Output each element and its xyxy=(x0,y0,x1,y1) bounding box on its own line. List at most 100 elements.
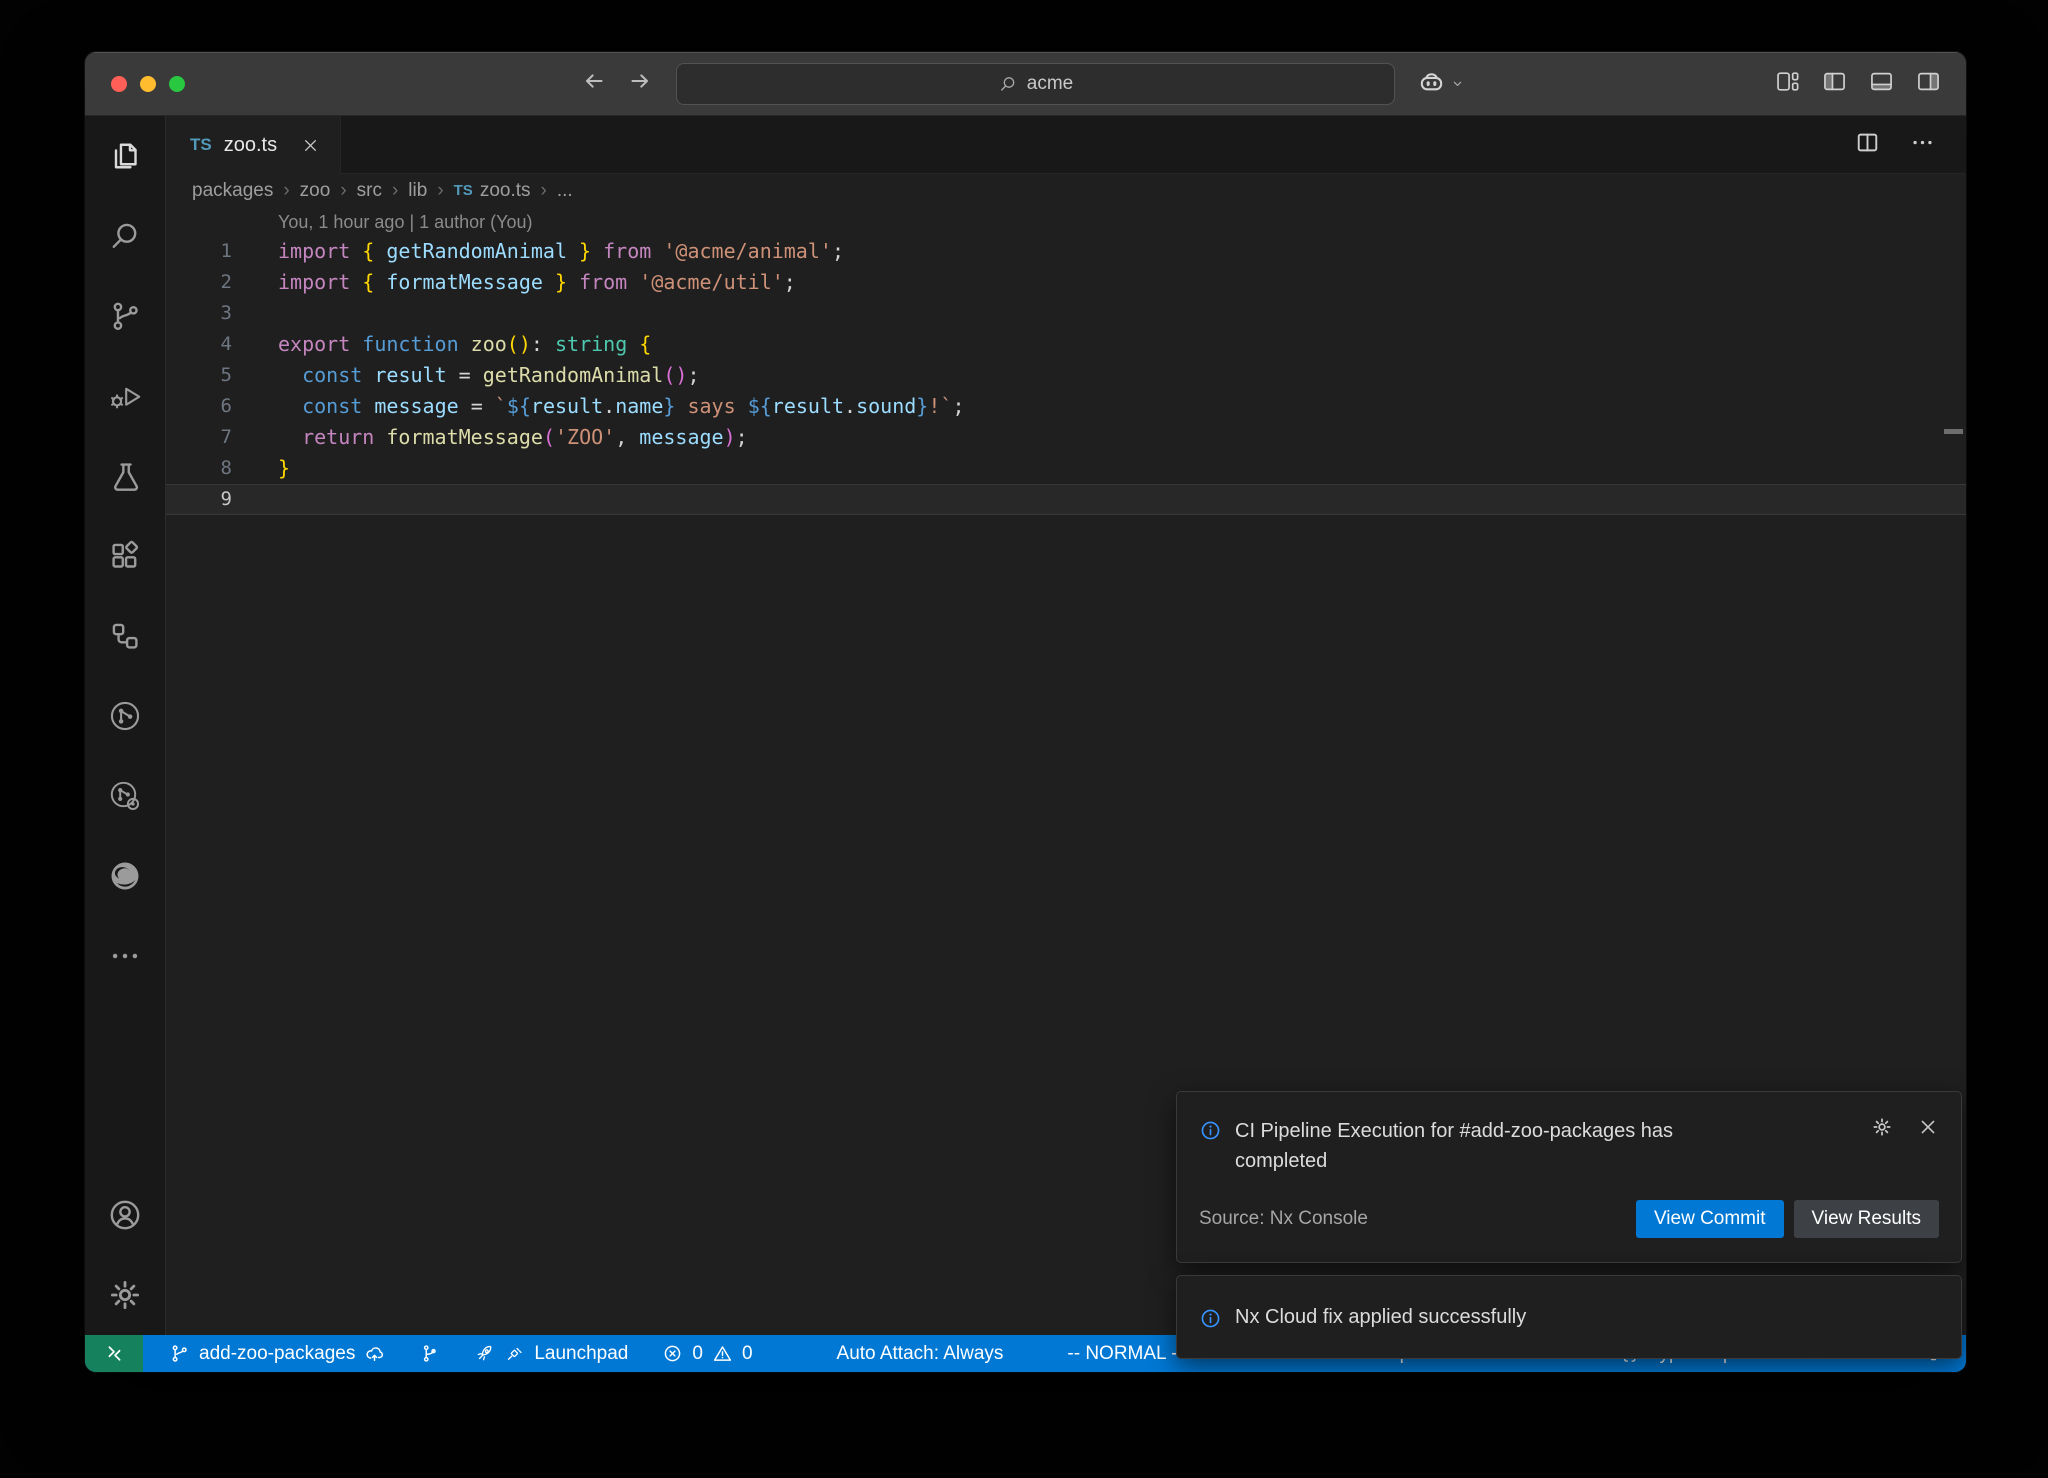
split-editor-icon xyxy=(1854,129,1881,156)
breadcrumb-item-src[interactable]: src xyxy=(357,180,382,202)
more-actions-button[interactable] xyxy=(1909,129,1936,161)
code-text: } xyxy=(232,453,290,484)
code-text: export function zoo(): string { xyxy=(232,329,651,360)
toggle-secondary-sidebar-button[interactable] xyxy=(1915,68,1942,100)
debug-icon xyxy=(107,378,143,414)
notification-close-button[interactable] xyxy=(1917,1116,1939,1143)
window-controls xyxy=(111,52,185,115)
breadcrumb-separator: › xyxy=(437,180,443,202)
commit-circle-icon xyxy=(107,698,143,734)
code-line-6[interactable]: 6 const message = `${result.name} says $… xyxy=(166,391,1966,422)
close-window-button[interactable] xyxy=(111,76,127,92)
layout-customize-icon xyxy=(1774,68,1801,95)
copilot-menu[interactable] xyxy=(1417,69,1466,98)
breadcrumb-item-zoo[interactable]: zoo xyxy=(300,180,331,202)
breadcrumb-separator: › xyxy=(283,180,289,202)
toggle-panel-button[interactable] xyxy=(1868,68,1895,100)
breadcrumb-label: ... xyxy=(557,180,573,202)
status-vim-mode[interactable]: -- NORMAL -- xyxy=(1055,1335,1195,1372)
view-commit-button[interactable]: View Commit xyxy=(1636,1200,1784,1238)
forward-button[interactable] xyxy=(627,68,653,99)
breadcrumb: packages›zoo›src›lib›TSzoo.ts›... xyxy=(166,174,1966,207)
activity-bar-explorer[interactable] xyxy=(85,116,165,196)
line-number[interactable]: 7 xyxy=(166,422,232,453)
line-number[interactable]: 3 xyxy=(166,298,232,329)
editor-actions xyxy=(1854,116,1966,174)
activity-bar-extensions[interactable] xyxy=(85,516,165,596)
line-number[interactable]: 8 xyxy=(166,453,232,484)
toggle-primary-sidebar-button[interactable] xyxy=(1821,68,1848,100)
back-button[interactable] xyxy=(581,68,607,99)
activity-bar-additional-views[interactable] xyxy=(85,916,165,996)
ellipsis-icon xyxy=(1909,129,1936,156)
vscode-window: acme TSzoo.ts packages›zoo›src›lib›TSzoo… xyxy=(85,52,1966,1372)
code-line-9[interactable]: 9 xyxy=(166,484,1966,515)
status-git-branch-label: add-zoo-packages xyxy=(199,1343,355,1365)
activity-bar-top xyxy=(85,116,165,996)
error-icon xyxy=(662,1343,683,1364)
notification-source: Source: Nx Console xyxy=(1199,1208,1368,1230)
breadcrumb-item-zoo-ts[interactable]: TSzoo.ts xyxy=(454,180,531,202)
status-problems-label: 0 xyxy=(742,1343,753,1365)
code-line-4[interactable]: 4export function zoo(): string { xyxy=(166,329,1966,360)
layout-panel-icon xyxy=(1868,68,1895,95)
layout-sidebar-left-icon xyxy=(1821,68,1848,95)
search-value: acme xyxy=(1027,73,1073,95)
activity-bar-search[interactable] xyxy=(85,196,165,276)
code-line-1[interactable]: 1import { getRandomAnimal } from '@acme/… xyxy=(166,236,1966,267)
status-gitlens-launchpad[interactable]: Launchpad xyxy=(462,1335,640,1372)
tab-label: zoo.ts xyxy=(224,134,277,157)
gear-icon xyxy=(107,1277,143,1313)
view-results-button[interactable]: View Results xyxy=(1794,1200,1939,1238)
code-line-7[interactable]: 7 return formatMessage('ZOO', message); xyxy=(166,422,1966,453)
tab-close-icon[interactable] xyxy=(301,136,320,155)
zoom-window-button[interactable] xyxy=(169,76,185,92)
status-problems[interactable]: 00 xyxy=(650,1335,764,1372)
line-number[interactable]: 1 xyxy=(166,236,232,267)
customize-layout-button[interactable] xyxy=(1774,68,1801,100)
line-number[interactable]: 2 xyxy=(166,267,232,298)
activity-bar-source-control[interactable] xyxy=(85,276,165,356)
remote-icon xyxy=(104,1343,125,1364)
hierarchy-icon xyxy=(107,618,143,654)
notification-toast-2: Nx Cloud fix applied successfully xyxy=(1176,1275,1962,1359)
line-number[interactable]: 5 xyxy=(166,360,232,391)
code-line-8[interactable]: 8} xyxy=(166,453,1966,484)
activity-bar-edge-tools[interactable] xyxy=(85,836,165,916)
activity-bar-testing[interactable] xyxy=(85,436,165,516)
chevron-down-icon xyxy=(1449,75,1466,92)
breadcrumb-item--[interactable]: ... xyxy=(557,180,573,202)
copilot-icon xyxy=(1417,69,1446,98)
status-git-branch[interactable]: add-zoo-packages xyxy=(157,1335,397,1372)
status-commit-graph[interactable] xyxy=(407,1335,452,1372)
activity-bar-commit-search[interactable] xyxy=(85,756,165,836)
breadcrumb-item-packages[interactable]: packages xyxy=(192,180,273,202)
code-line-3[interactable]: 3 xyxy=(166,298,1966,329)
status-auto-attach-label: Auto Attach: Always xyxy=(837,1343,1004,1365)
line-number[interactable]: 4 xyxy=(166,329,232,360)
status-auto-attach[interactable]: Auto Attach: Always xyxy=(825,1335,1016,1372)
breadcrumb-item-lib[interactable]: lib xyxy=(408,180,427,202)
minimize-window-button[interactable] xyxy=(140,76,156,92)
code-line-5[interactable]: 5 const result = getRandomAnimal(); xyxy=(166,360,1966,391)
activity-bar-commit-graph-circle[interactable] xyxy=(85,676,165,756)
activity-bar-workspace-hierarchy[interactable] xyxy=(85,596,165,676)
line-number[interactable]: 6 xyxy=(166,391,232,422)
command-center-search[interactable]: acme xyxy=(676,63,1395,105)
activity-bar-manage-settings[interactable] xyxy=(85,1255,165,1335)
code-line-2[interactable]: 2import { formatMessage } from '@acme/ut… xyxy=(166,267,1966,298)
activity-bar-accounts[interactable] xyxy=(85,1175,165,1255)
split-editor-button[interactable] xyxy=(1854,129,1881,161)
breadcrumb-separator: › xyxy=(541,180,547,202)
title-bar: acme xyxy=(85,52,1966,116)
line-number[interactable]: 9 xyxy=(166,484,232,515)
activity-bar-run-and-debug[interactable] xyxy=(85,356,165,436)
status-remote-indicator[interactable] xyxy=(85,1335,143,1372)
notification-message: Nx Cloud fix applied successfully xyxy=(1235,1302,1526,1332)
edge-icon xyxy=(107,858,143,894)
notification-configure-button[interactable] xyxy=(1871,1116,1893,1143)
tab-zoo-ts[interactable]: TSzoo.ts xyxy=(166,116,341,174)
status-vim-mode-label: -- NORMAL -- xyxy=(1067,1343,1183,1365)
code-text xyxy=(232,484,278,515)
code-text: const message = `${result.name} says ${r… xyxy=(232,391,964,422)
